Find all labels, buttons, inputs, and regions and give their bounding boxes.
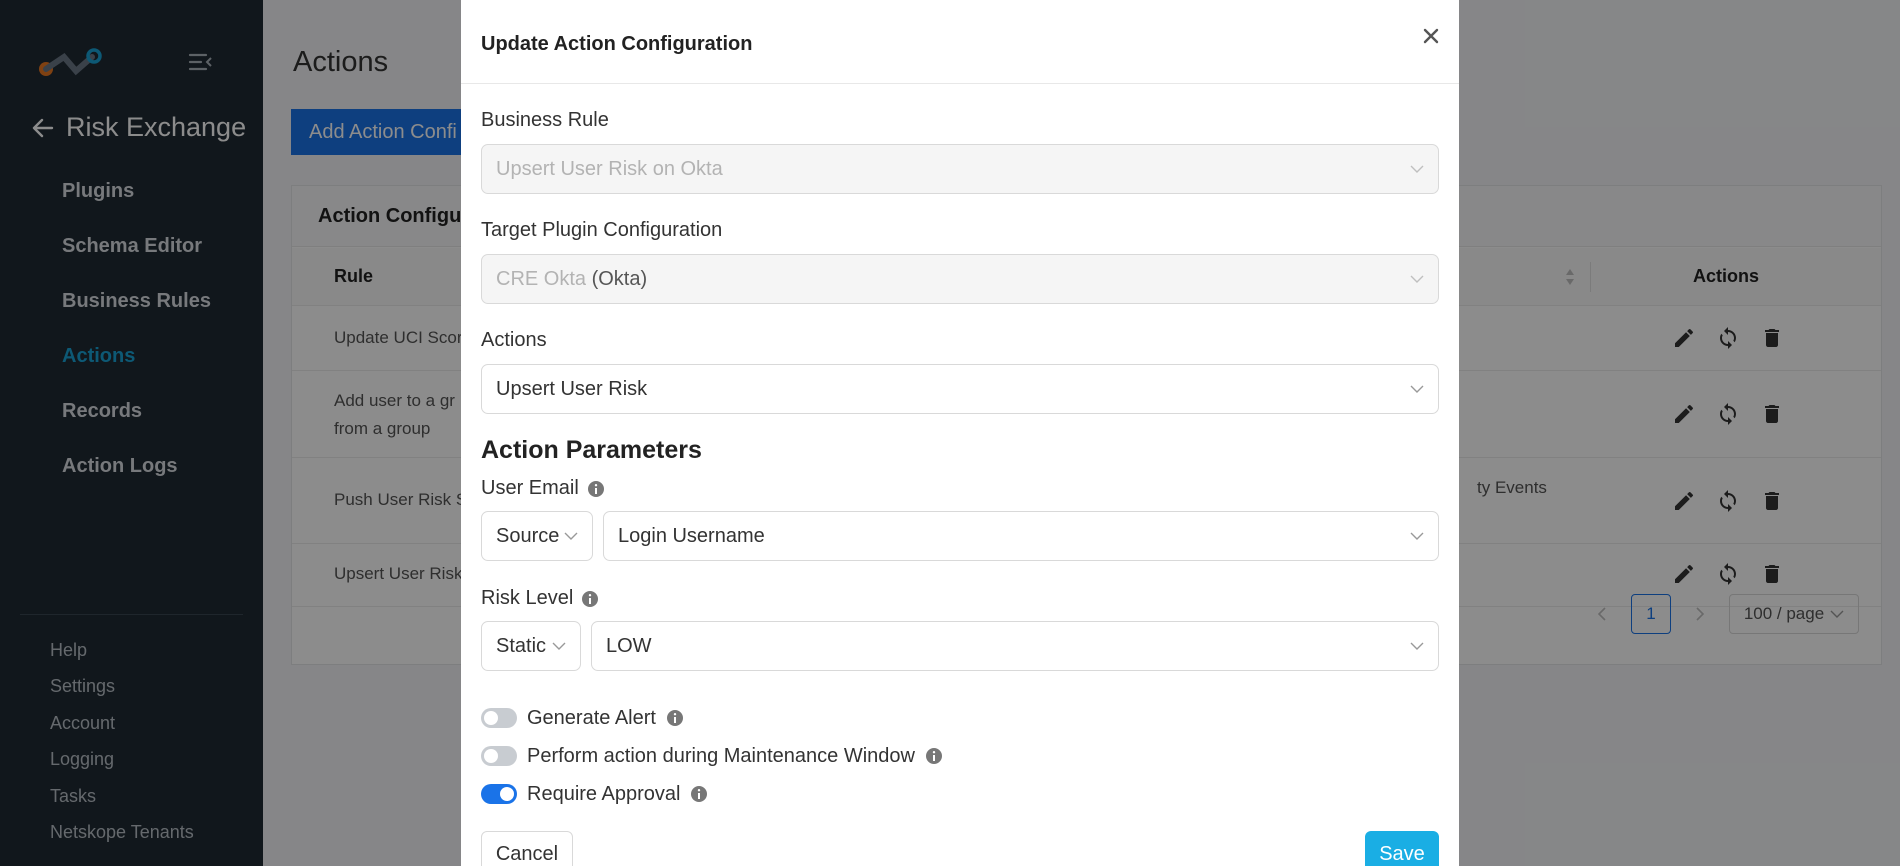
modal-title: Update Action Configuration [481, 33, 753, 55]
info-icon[interactable] [690, 785, 708, 803]
require-approval-label: Require Approval [527, 782, 681, 805]
action-form: Business Rule Upsert User Risk on Okta T… [481, 84, 1439, 813]
target-plugin-label: Target Plugin Configuration [481, 219, 723, 241]
chevron-down-icon [1410, 532, 1424, 540]
cancel-button[interactable]: Cancel [481, 831, 573, 866]
action-parameters-title: Action Parameters [481, 436, 702, 464]
user-email-value: Login Username [618, 524, 765, 547]
risk-level-value-select[interactable]: LOW [591, 621, 1439, 671]
info-icon[interactable] [925, 747, 943, 765]
risk-level-label: Risk Level [481, 587, 1439, 610]
require-approval-row: Require Approval [481, 775, 1439, 813]
risk-level-field: Static LOW [481, 621, 1439, 671]
user-email-label: User Email [481, 477, 1439, 500]
save-button[interactable]: Save [1365, 831, 1439, 866]
risk-level-source-select[interactable]: Static [481, 621, 581, 671]
chevron-down-icon [1410, 385, 1424, 393]
modal-header: Update Action Configuration [461, 0, 1459, 84]
user-email-source-select[interactable]: Source [481, 511, 593, 561]
maintenance-window-row: Perform action during Maintenance Window [481, 737, 1439, 775]
chevron-down-icon [564, 532, 578, 540]
actions-value: Upsert User Risk [496, 377, 648, 400]
info-icon[interactable] [587, 480, 605, 498]
chevron-down-icon [552, 642, 566, 650]
generate-alert-toggle[interactable] [481, 708, 517, 728]
chevron-down-icon [1410, 275, 1424, 283]
user-email-source-value: Source [496, 524, 560, 547]
close-button[interactable] [1419, 24, 1443, 48]
chevron-down-icon [1410, 165, 1424, 173]
business-rule-value: Upsert User Risk on Okta [496, 157, 723, 180]
actions-label: Actions [481, 329, 547, 351]
target-plugin-value: CRE Okta (Okta) [496, 267, 648, 290]
close-icon [1423, 28, 1439, 44]
chevron-down-icon [1410, 642, 1424, 650]
maintenance-window-label: Perform action during Maintenance Window [527, 744, 915, 767]
risk-level-value: LOW [606, 634, 652, 657]
maintenance-window-toggle[interactable] [481, 746, 517, 766]
generate-alert-label: Generate Alert [527, 706, 656, 729]
require-approval-toggle[interactable] [481, 784, 517, 804]
business-rule-label: Business Rule [481, 109, 609, 131]
generate-alert-row: Generate Alert [481, 699, 1439, 737]
risk-level-source-value: Static [496, 634, 547, 657]
business-rule-select: Upsert User Risk on Okta [481, 144, 1439, 194]
target-plugin-select: CRE Okta (Okta) [481, 254, 1439, 304]
info-icon[interactable] [581, 590, 599, 608]
info-icon[interactable] [666, 709, 684, 727]
update-action-configuration-modal: Update Action Configuration Business Rul… [461, 0, 1459, 866]
toggles: Generate Alert Perform action during Mai… [481, 699, 1439, 813]
user-email-value-select[interactable]: Login Username [603, 511, 1439, 561]
user-email-field: Source Login Username [481, 511, 1439, 561]
actions-select[interactable]: Upsert User Risk [481, 364, 1439, 414]
